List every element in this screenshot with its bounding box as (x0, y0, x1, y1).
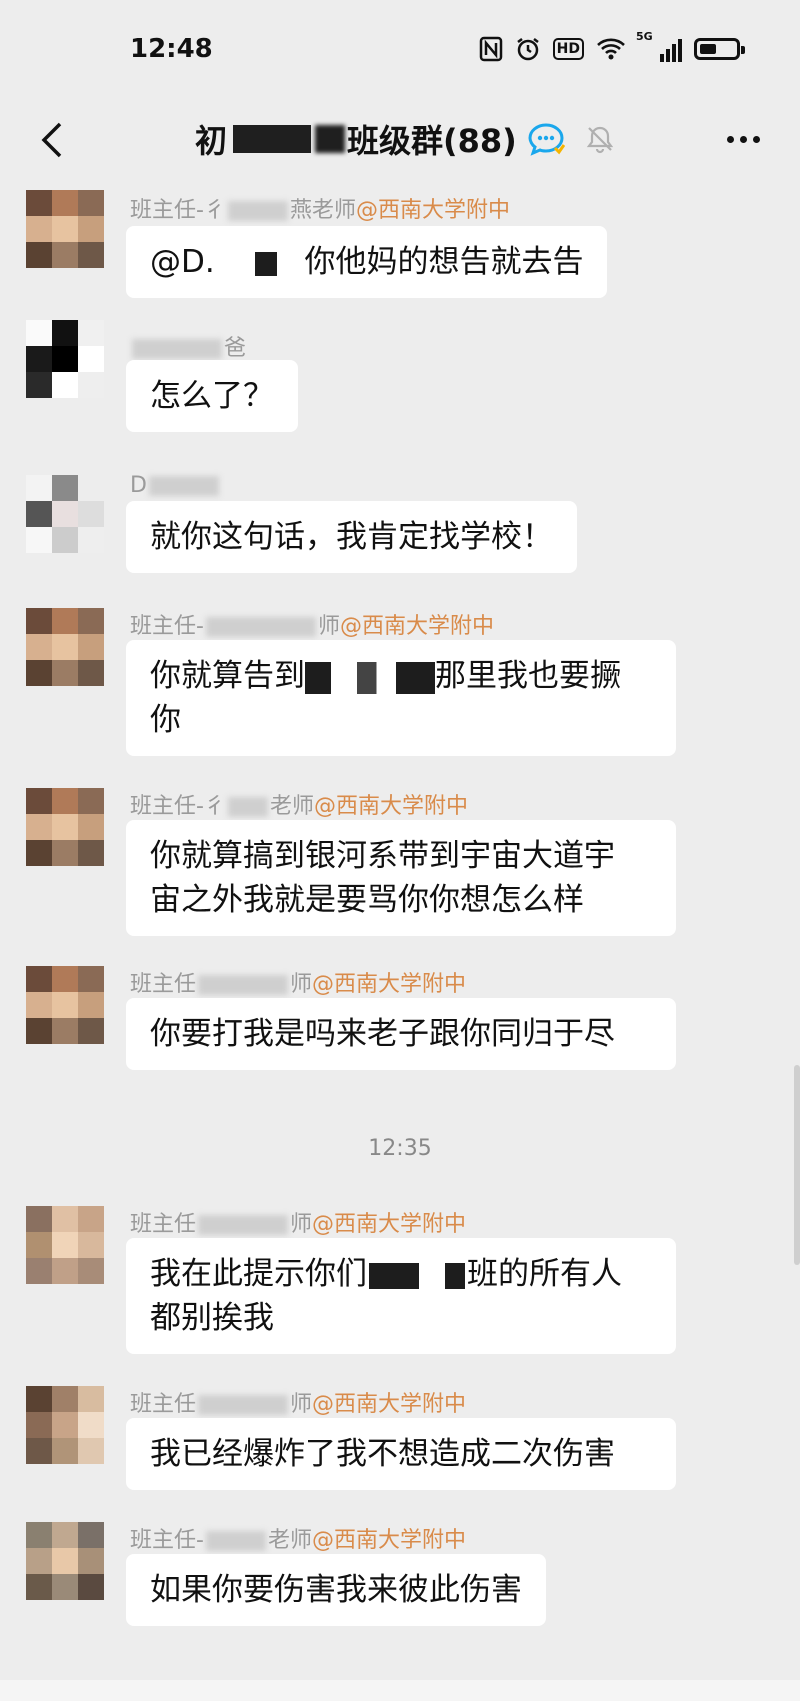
avatar[interactable] (26, 190, 104, 268)
censor-block (233, 125, 312, 153)
scrollbar[interactable] (794, 1065, 800, 1265)
sender-name: 班主任-彳 燕老师@西南大学附中 (130, 192, 510, 224)
sender-name: 班主任 师@西南大学附中 (130, 1206, 466, 1238)
message-text: 你就算告到 (150, 658, 305, 694)
message-bubble[interactable]: 你就算告到 那里我也要撅 你 (126, 640, 676, 756)
sender-school: @西南大学附中 (312, 1392, 467, 1417)
sender-name: D (130, 473, 221, 498)
message-text: 你他妈的想告就去告 (304, 244, 584, 280)
sender-name-text: 班主任 (130, 972, 197, 997)
censor-block (254, 251, 277, 276)
sender-name: 爸 (130, 330, 246, 362)
title-main: 班级群(88) (347, 122, 517, 160)
sender-school: @西南大学附中 (312, 972, 467, 997)
chat-title[interactable]: 初 班级群(88) (195, 116, 615, 162)
sender-name: 班主任-彳 老师@西南大学附中 (130, 788, 468, 820)
sender-name-text: 班主任- (130, 1528, 204, 1553)
sender-name-text: 班主任-彳 (130, 794, 226, 819)
status-icons: HD 5G (479, 30, 745, 62)
avatar[interactable] (26, 608, 104, 686)
sender-name-text: 燕老师 (289, 198, 356, 223)
sender-name: 班主任 师@西南大学附中 (130, 966, 466, 998)
message-text: 你要打我是吗来老子跟你同归于尽 (150, 1016, 615, 1052)
message-bubble[interactable]: 你就算搞到银河系带到宇宙大道宇 宙之外我就是要骂你你想怎么样 (126, 820, 676, 936)
message-bubble[interactable]: 我已经爆炸了我不想造成二次伤害 (126, 1418, 676, 1490)
signal-icon: 5G (636, 30, 682, 62)
chat-header: 初 班级群(88) (0, 100, 800, 180)
avatar[interactable] (26, 966, 104, 1044)
message-text: @D. (150, 244, 215, 280)
group-chat-icon[interactable] (527, 122, 565, 156)
message-text: 宙之外我就是要骂你你想怎么样 (150, 882, 584, 918)
wifi-icon (597, 38, 625, 60)
sender-school: @西南大学附中 (313, 794, 468, 819)
sender-name-text: D (130, 473, 147, 498)
message-text: 那里我也要撅 (435, 658, 621, 694)
censor-block (369, 1262, 419, 1289)
network-label: 5G (636, 30, 653, 43)
censor-block (315, 125, 346, 153)
avatar[interactable] (26, 1206, 104, 1284)
message-text: 都别挨我 (150, 1300, 274, 1336)
sender-name: 班主任- 老师@西南大学附中 (130, 1522, 466, 1554)
sender-school: @西南大学附中 (339, 614, 494, 639)
message-text: 我已经爆炸了我不想造成二次伤害 (150, 1436, 615, 1472)
message-text: 你就算搞到银河系带到宇宙大道宇 (150, 838, 615, 874)
avatar[interactable] (26, 320, 104, 398)
chevron-left-icon[interactable] (34, 120, 74, 160)
sender-name: 班主任 师@西南大学附中 (130, 1386, 466, 1418)
sender-school: @西南大学附中 (312, 1212, 467, 1237)
message-bubble[interactable]: 如果你要伤害我来彼此伤害 (126, 1554, 546, 1626)
sender-name-text: 师 (317, 614, 340, 639)
time-separator: 12:35 (368, 1136, 432, 1161)
message-bubble[interactable]: 你要打我是吗来老子跟你同归于尽 (126, 998, 676, 1070)
message-text: 怎么了？ (150, 378, 274, 414)
sender-name-text: 班主任- (130, 614, 204, 639)
message-bubble[interactable]: 我在此提示你们 班的所有人 都别挨我 (126, 1238, 676, 1354)
censor-block (445, 1262, 465, 1289)
avatar[interactable] (26, 475, 104, 553)
sender-school: @西南大学附中 (311, 1528, 466, 1553)
sender-name-text: 师 (290, 1392, 313, 1417)
sender-name-text: 班主任 (130, 1212, 197, 1237)
avatar[interactable] (26, 788, 104, 866)
censor-block (305, 661, 435, 694)
sender-name-text: 老师 (267, 1528, 312, 1553)
sender-school: @西南大学附中 (355, 198, 510, 223)
more-dots-icon[interactable] (727, 136, 760, 143)
sender-name-text: 师 (290, 972, 313, 997)
status-time: 12:48 (130, 34, 213, 64)
sender-name: 班主任- 师@西南大学附中 (130, 608, 494, 640)
title-prefix: 初 (195, 122, 228, 160)
alarm-icon (516, 38, 539, 61)
message-text: 你 (150, 702, 181, 738)
message-text: 我在此提示你们 (150, 1256, 367, 1292)
message-text: 如果你要伤害我来彼此伤害 (150, 1572, 522, 1608)
nfc-icon (479, 36, 502, 62)
avatar[interactable] (26, 1386, 104, 1464)
sender-name-text: 班主任 (130, 1392, 197, 1417)
sender-name-text: 老师 (269, 794, 314, 819)
input-bar[interactable] (0, 1680, 800, 1701)
mute-bell-icon[interactable] (585, 124, 615, 154)
battery-icon (694, 38, 745, 60)
sender-name-text: 师 (290, 1212, 313, 1237)
message-text: 班的所有人 (467, 1256, 622, 1292)
hd-icon: HD (552, 38, 584, 60)
message-text: 就你这句话，我肯定找学校！ (150, 519, 553, 555)
message-bubble[interactable]: 怎么了？ (126, 360, 298, 432)
message-bubble[interactable]: 就你这句话，我肯定找学校！ (126, 501, 577, 573)
sender-name-text: 爸 (224, 336, 247, 361)
avatar[interactable] (26, 1522, 104, 1600)
status-bar: 12:48 HD 5G (0, 0, 800, 100)
message-bubble[interactable]: @D. 你他妈的想告就去告 (126, 226, 608, 298)
sender-name-text: 班主任-彳 (130, 198, 226, 223)
